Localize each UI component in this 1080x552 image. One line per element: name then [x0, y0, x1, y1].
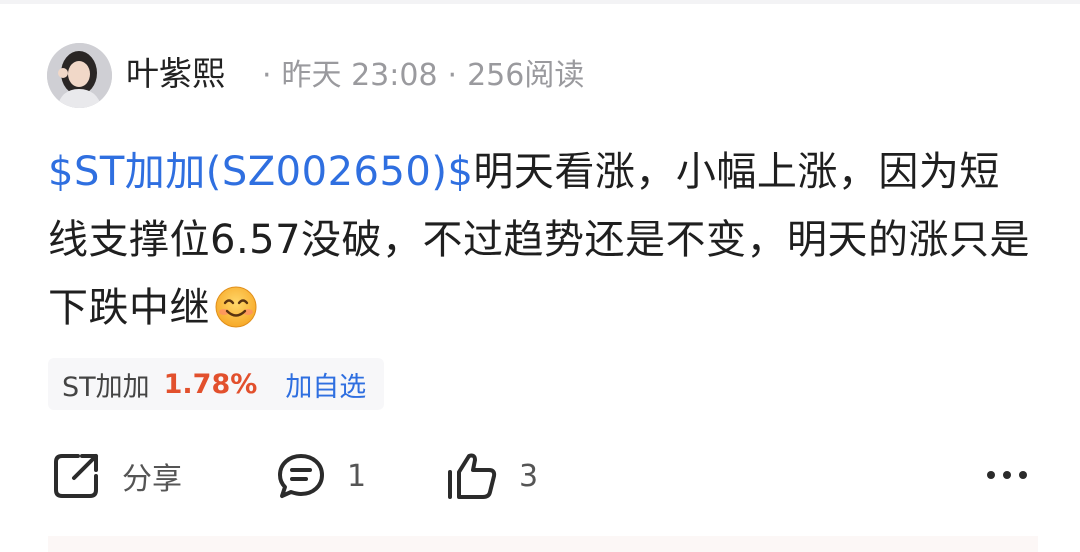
like-button[interactable]: 3: [445, 448, 538, 504]
stock-chip-name: ST加加: [62, 371, 150, 403]
add-watchlist-button[interactable]: 加自选: [285, 365, 366, 404]
like-count: 3: [519, 458, 539, 494]
top-divider: [0, 0, 1080, 4]
share-label: 分享: [122, 462, 182, 497]
post-time: 昨天 23:08: [281, 58, 438, 93]
post-card: 叶紫熙 · 昨天 23:08 · 256阅读 $ST加加(SZ002650)$明天看涨…: [0, 0, 1080, 552]
read-count: 256阅读: [467, 58, 585, 93]
avatar[interactable]: [47, 43, 112, 108]
comment-count: 1: [347, 458, 367, 494]
post-meta: · 昨天 23:08 · 256阅读: [252, 56, 584, 96]
share-button[interactable]: 分享: [50, 448, 182, 504]
post-content: $ST加加(SZ002650)$明天看涨，小幅上涨，因为短线支撑位6.57没破，…: [48, 138, 1038, 342]
meta-separator: ·: [262, 58, 272, 93]
meta-separator: ·: [447, 58, 458, 93]
stock-chip-change: 1.78%: [163, 368, 258, 400]
stock-tag-link[interactable]: $ST加加(SZ002650)$: [48, 149, 473, 195]
stock-chip[interactable]: ST加加 1.78% 加自选: [48, 358, 385, 410]
comment-icon: [278, 454, 324, 498]
share-icon: [54, 454, 98, 498]
more-options-icon[interactable]: [982, 460, 1032, 490]
thumbs-up-icon: [448, 453, 497, 499]
next-item-edge: [48, 536, 1038, 552]
smiling-face-emoji: [215, 286, 257, 328]
comment-button[interactable]: 1: [275, 448, 366, 504]
avatar-photo: [47, 43, 112, 108]
author-name[interactable]: 叶紫熙: [126, 52, 225, 96]
